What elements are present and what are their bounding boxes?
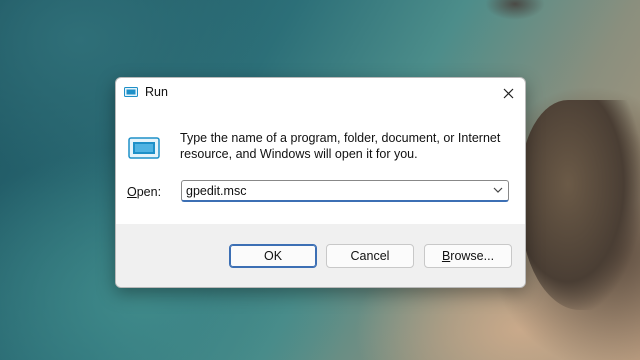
- browse-accelerator: B: [441, 249, 451, 263]
- window-title: Run: [145, 85, 168, 99]
- wallpaper-rock-top: [485, 0, 545, 20]
- open-input[interactable]: [186, 183, 486, 199]
- chevron-down-icon[interactable]: [492, 185, 504, 195]
- browse-label: rowse...: [450, 249, 495, 263]
- cancel-button[interactable]: Cancel: [326, 244, 414, 268]
- wallpaper-rock: [520, 100, 640, 310]
- open-label-accelerator: O: [127, 185, 137, 199]
- close-button[interactable]: [497, 82, 519, 104]
- dialog-description: Type the name of a program, folder, docu…: [180, 131, 501, 161]
- run-app-icon: [124, 87, 138, 97]
- title-bar[interactable]: Run: [116, 78, 525, 108]
- run-dialog: Run Type the name of a program, folder, …: [115, 77, 526, 288]
- ok-button[interactable]: OK: [229, 244, 317, 268]
- button-bar: OK Cancel Browse...: [116, 224, 525, 287]
- open-combobox[interactable]: [181, 180, 509, 202]
- open-label: Open:: [127, 185, 161, 199]
- run-app-icon-large: [128, 137, 160, 159]
- open-label-text: pen:: [136, 185, 162, 199]
- browse-button[interactable]: Browse...: [424, 244, 512, 268]
- close-icon: [503, 88, 513, 98]
